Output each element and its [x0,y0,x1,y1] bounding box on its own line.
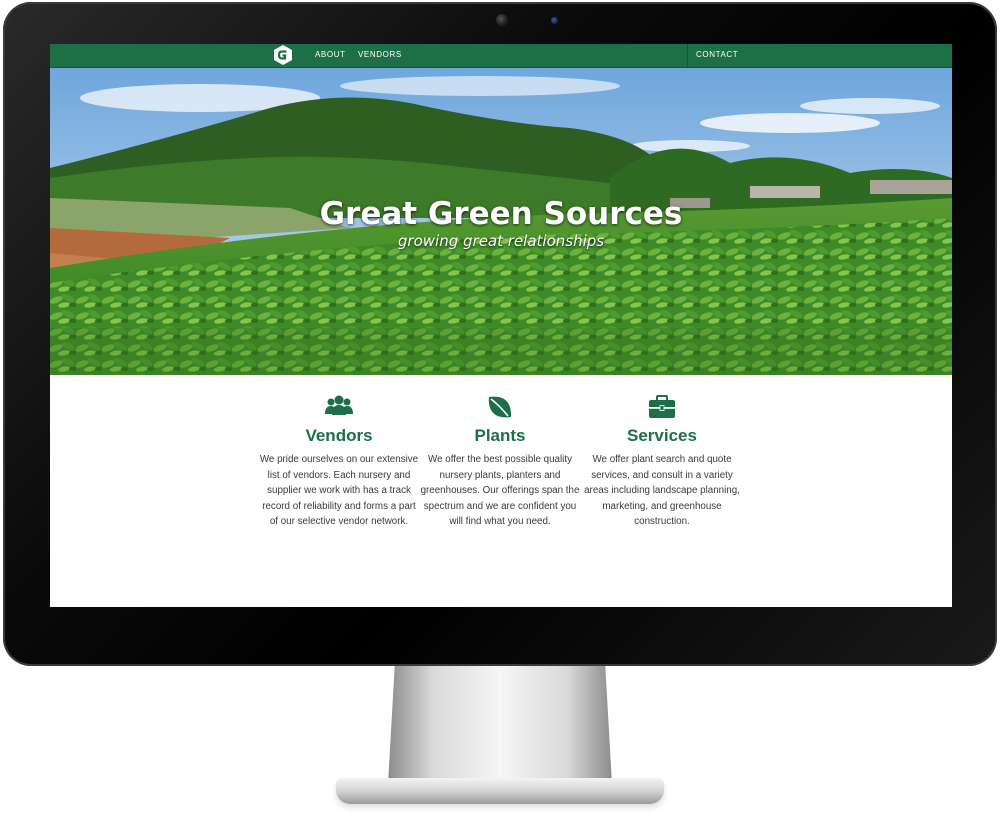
feature-services: Services We offer plant search and quote… [582,394,742,530]
hero-title: Great Green Sources [319,196,683,232]
nav-vendors-link[interactable]: VENDORS [358,50,402,59]
briefcase-icon [649,395,675,418]
feature-description: We offer plant search and quote services… [584,454,740,528]
people-icon [325,395,353,415]
logo-icon[interactable] [274,45,292,65]
feature-plants: Plants We offer the best possible qualit… [420,394,580,530]
website-screen: ABOUT VENDORS CONTACT Great Green Source… [50,44,952,607]
nav-about-link[interactable]: ABOUT [315,50,346,59]
nav-divider [687,44,688,67]
leaf-icon [488,396,512,418]
top-navbar: ABOUT VENDORS CONTACT [50,44,952,68]
feature-title: Vendors [305,426,373,445]
sensor-icon [551,17,558,24]
nav-contact-link[interactable]: CONTACT [696,50,738,59]
feature-vendors: Vendors We pride ourselves on our extens… [259,394,419,530]
monitor-stand-base [336,778,664,804]
monitor-stand [388,666,612,784]
feature-description: We pride ourselves on our extensive list… [259,454,419,528]
hero-subtitle: growing great relationships [397,232,605,250]
feature-title: Plants [474,426,526,445]
feature-title: Services [627,426,697,445]
camera-icon [496,14,508,26]
hero-banner: Great Green Sources growing great relati… [50,68,952,375]
feature-description: We offer the best possible quality nurse… [420,454,580,528]
